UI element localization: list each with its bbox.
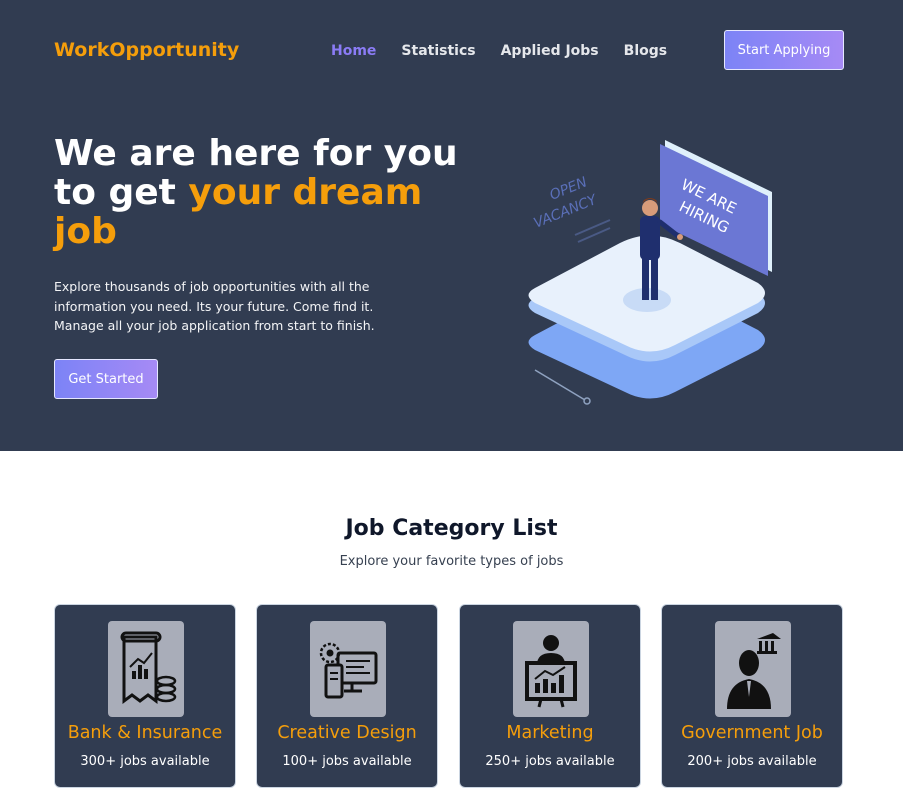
- creative-design-icon: [310, 621, 386, 717]
- category-section-title: Job Category List: [345, 516, 558, 541]
- get-started-button[interactable]: Get Started: [54, 359, 158, 399]
- category-name: Marketing: [506, 723, 594, 743]
- category-name: Government Job: [681, 723, 823, 743]
- category-count: 250+ jobs available: [485, 754, 615, 769]
- category-card-government-job[interactable]: Government Job 200+ jobs available: [661, 604, 843, 788]
- category-count: 100+ jobs available: [282, 754, 412, 769]
- category-count: 300+ jobs available: [80, 754, 210, 769]
- hero-section: WorkOpportunity Home Statistics Applied …: [0, 0, 903, 451]
- hero-description: Explore thousands of job opportunities w…: [54, 279, 375, 333]
- headline-line-2: to get: [54, 172, 189, 213]
- category-card-creative-design[interactable]: Creative Design 100+ jobs available: [256, 604, 438, 788]
- marketing-icon: [513, 621, 589, 717]
- category-count: 200+ jobs available: [687, 754, 817, 769]
- nav-home[interactable]: Home: [331, 43, 376, 59]
- hero-headline: We are here for you to get your dream jo…: [54, 134, 474, 251]
- category-name: Bank & Insurance: [67, 723, 223, 743]
- hiring-illustration: WE ARE HIRING OPEN VACANCY: [528, 140, 772, 405]
- nav-applied-jobs[interactable]: Applied Jobs: [501, 43, 599, 59]
- category-section-subtitle: Explore your favorite types of jobs: [339, 554, 564, 569]
- nav-blogs[interactable]: Blogs: [624, 43, 667, 59]
- category-name: Creative Design: [277, 723, 417, 743]
- government-job-icon: [715, 621, 791, 717]
- headline-line-1: We are here for you: [54, 133, 458, 174]
- brand-logo[interactable]: WorkOpportunity: [54, 39, 239, 61]
- bank-insurance-icon: [108, 621, 184, 717]
- start-applying-button[interactable]: Start Applying: [724, 30, 844, 70]
- nav-statistics[interactable]: Statistics: [401, 43, 475, 59]
- category-card-marketing[interactable]: Marketing 250+ jobs available: [459, 604, 641, 788]
- category-card-bank-insurance[interactable]: Bank & Insurance 300+ jobs available: [54, 604, 236, 788]
- main-nav: Home Statistics Applied Jobs Blogs: [331, 43, 667, 59]
